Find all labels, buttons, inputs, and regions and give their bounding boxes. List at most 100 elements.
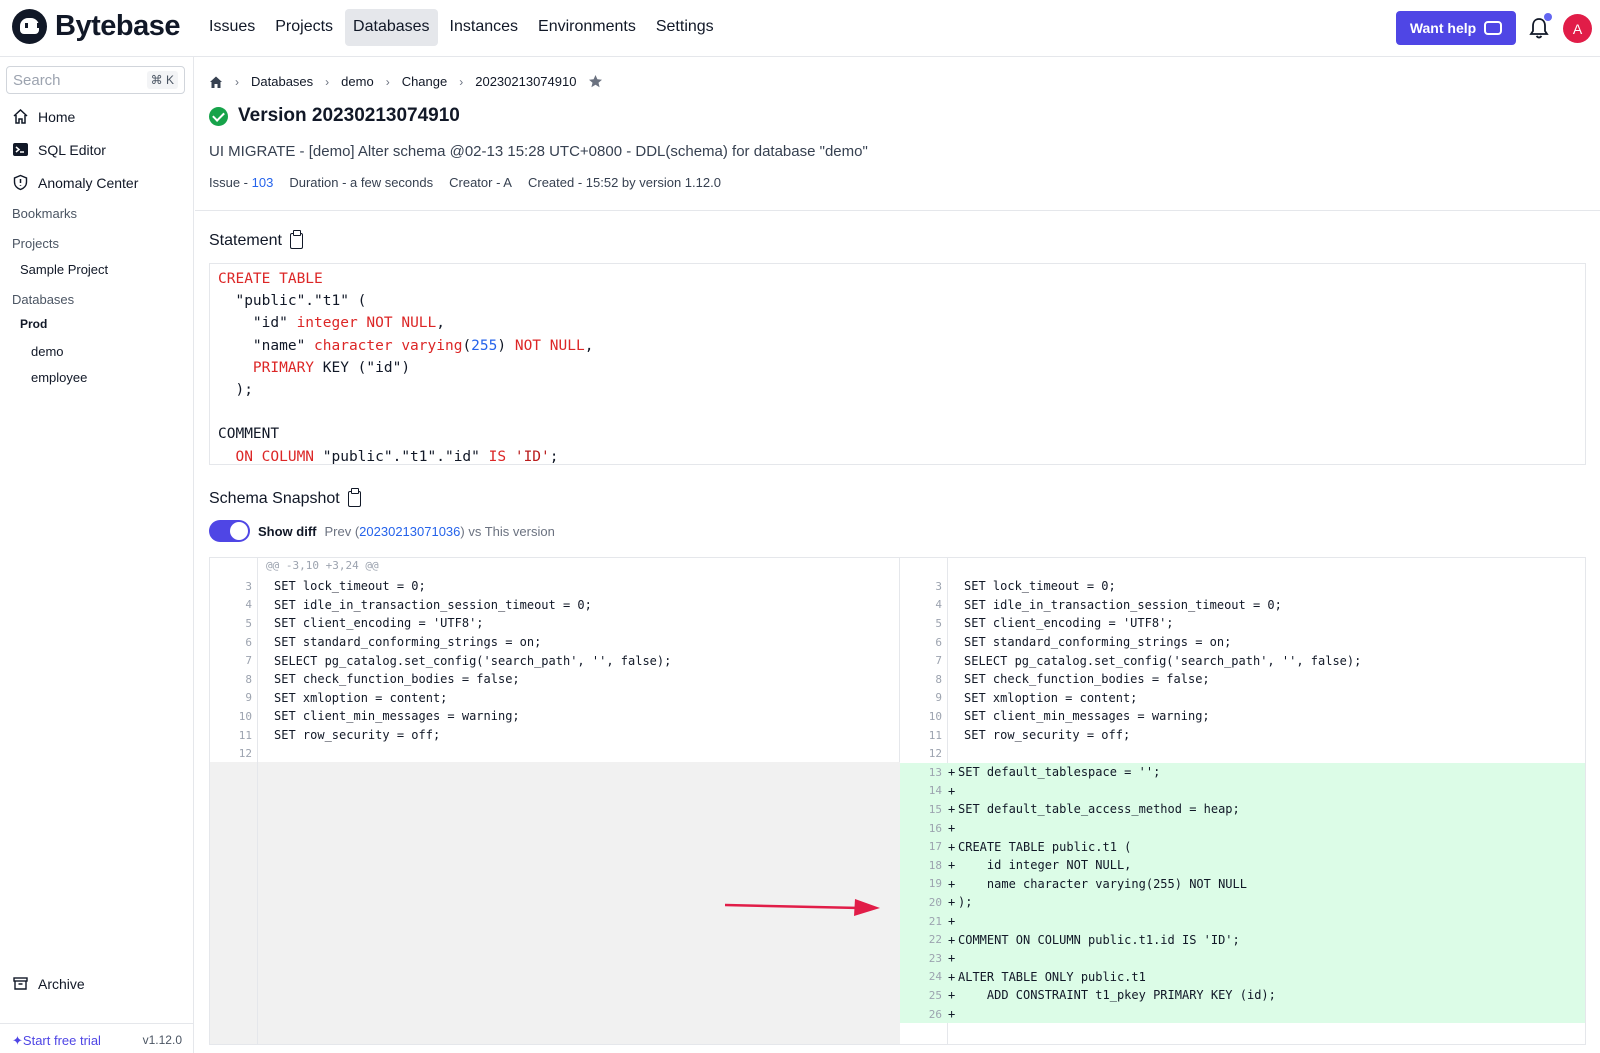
diff-line-added: 13 + SET default_tablespace = '';: [900, 763, 1585, 782]
show-diff-toggle[interactable]: [209, 520, 250, 542]
issue-label: Issue -: [209, 175, 252, 190]
sidebar-item-archive[interactable]: Archive: [12, 975, 85, 992]
diff-line-code: ADD CONSTRAINT t1_pkey PRIMARY KEY (id);: [958, 988, 1276, 1003]
meta-creator: Creator - A: [449, 175, 512, 190]
want-help-label: Want help: [1409, 20, 1477, 36]
search-box[interactable]: ⌘ K: [6, 66, 185, 94]
user-avatar[interactable]: A: [1563, 14, 1592, 43]
code-token: "public"."t1" (: [218, 293, 367, 310]
line-number: 23: [928, 951, 942, 965]
line-number: 15: [928, 802, 942, 816]
search-input[interactable]: [7, 67, 127, 93]
nav-projects[interactable]: Projects: [267, 9, 341, 46]
meta-duration: Duration - a few seconds: [289, 175, 434, 190]
line-number: 3: [935, 579, 942, 593]
sidebar-bookmarks[interactable]: Bookmarks: [12, 206, 77, 221]
line-number: 9: [935, 691, 942, 705]
statement-title: Statement: [209, 232, 282, 249]
change-meta: Issue - 103 Duration - a few seconds Cre…: [209, 175, 721, 190]
diff-plus-sign: +: [948, 783, 956, 798]
diff-line-code: SET row_security = off;: [274, 728, 441, 743]
diff-line-code: id integer NOT NULL,: [958, 858, 1132, 873]
statement-code: CREATE TABLE "public"."t1" ( "id" intege…: [209, 263, 1586, 465]
code-token: "name": [218, 337, 315, 354]
nav-databases[interactable]: Databases: [345, 9, 438, 46]
diff-line: 4 SET idle_in_transaction_session_timeout…: [900, 596, 1585, 615]
diff-line: 7 SELECT pg_catalog.set_config('search_pa…: [900, 651, 1585, 670]
diff-plus-sign: +: [948, 765, 956, 780]
code-token: 255: [471, 337, 498, 354]
show-diff-label: Show diff: [258, 523, 317, 539]
schema-diff-viewer[interactable]: @@ -3,10 +3,24 @@ 3 SET lock_timeout = 0;…: [209, 557, 1586, 1045]
nav-environments[interactable]: Environments: [530, 9, 644, 46]
nav-issues[interactable]: Issues: [201, 9, 263, 46]
main-content: › Databases › demo › Change › 2023021307…: [195, 57, 1600, 1053]
diff-line: 3 SET lock_timeout = 0;: [210, 577, 899, 596]
sidebar-item-db-employee[interactable]: employee: [31, 370, 87, 385]
sidebar-databases-heading: Databases: [12, 292, 75, 307]
line-number: 12: [928, 747, 942, 761]
bytebase-logo[interactable]: Bytebase: [12, 9, 180, 44]
diff-line-code: SET standard_conforming_strings = on;: [274, 635, 542, 650]
want-help-button[interactable]: Want help: [1396, 11, 1516, 45]
diff-line-code: SET client_encoding = 'UTF8';: [274, 616, 484, 631]
diff-line-added: 18 + id integer NOT NULL,: [900, 856, 1585, 875]
diff-line-added: 25 + ADD CONSTRAINT t1_pkey PRIMARY KEY (…: [900, 986, 1585, 1005]
breadcrumb-demo[interactable]: demo: [341, 74, 374, 89]
code-token: ;: [549, 448, 559, 465]
home-icon[interactable]: [209, 75, 223, 89]
diff-line-code: SET standard_conforming_strings = on;: [964, 635, 1232, 650]
sidebar-item-anomaly-center[interactable]: Anomaly Center: [12, 174, 138, 191]
sidebar-item-home[interactable]: Home: [12, 108, 75, 125]
success-check-icon: [209, 106, 228, 126]
diff-line: 12: [900, 744, 1585, 763]
sidebar-item-label: Home: [38, 108, 76, 125]
line-number: 16: [928, 821, 942, 835]
diff-plus-sign: +: [948, 969, 956, 984]
meta-created: Created - 15:52 by version 1.12.0: [527, 175, 721, 190]
main-nav: Issues Projects Databases Instances Envi…: [201, 9, 722, 46]
code-token: ,: [584, 337, 594, 354]
sidebar-item-db-demo[interactable]: demo: [31, 344, 64, 359]
diff-line: 5 SET client_encoding = 'UTF8';: [210, 614, 899, 633]
start-free-trial-link[interactable]: ✦Start free trial: [12, 1033, 101, 1049]
line-number: 11: [238, 728, 252, 742]
line-number: 10: [928, 709, 942, 723]
code-token: COMMENT: [218, 426, 280, 443]
line-number: 26: [928, 1007, 942, 1021]
diff-plus-sign: +: [948, 932, 956, 947]
code-token: KEY ("id"): [314, 359, 411, 376]
sidebar-item-sql-editor[interactable]: SQL Editor: [12, 141, 106, 158]
code-token: (: [462, 337, 472, 354]
sidebar-env-prod[interactable]: Prod: [20, 317, 47, 331]
prev-version-link[interactable]: 20230213071036: [359, 524, 460, 539]
diff-line-added: 21 +: [900, 911, 1585, 931]
line-number: 7: [935, 654, 942, 668]
diff-line: 11 SET row_security = off;: [900, 726, 1585, 745]
line-number: 8: [245, 672, 252, 686]
diff-plus-sign: +: [948, 988, 956, 1003]
clipboard-icon[interactable]: [289, 230, 303, 249]
diff-line-code: SET lock_timeout = 0;: [964, 579, 1116, 594]
line-number: 13: [928, 765, 942, 779]
breadcrumb-databases[interactable]: Databases: [251, 74, 313, 89]
line-number: 4: [935, 598, 942, 612]
code-token: IS: [488, 448, 507, 465]
breadcrumb-change[interactable]: Change: [402, 74, 448, 89]
diff-line: 6 SET standard_conforming_strings = on;: [210, 633, 899, 652]
line-number: 22: [928, 933, 942, 947]
diff-plus-sign: +: [948, 839, 956, 854]
diff-line: 10 SET client_min_messages = warning;: [210, 707, 899, 726]
nav-instances[interactable]: Instances: [442, 9, 526, 46]
top-nav-bar: Bytebase Issues Projects Databases Insta…: [0, 0, 1600, 57]
clipboard-icon[interactable]: [347, 488, 361, 507]
nav-settings[interactable]: Settings: [648, 9, 722, 46]
diff-plus-sign: +: [948, 951, 956, 966]
issue-link[interactable]: 103: [252, 175, 274, 190]
star-icon[interactable]: [588, 74, 603, 89]
diff-line-code: SET check_function_bodies = false;: [274, 672, 520, 687]
sidebar-item-sample-project[interactable]: Sample Project: [20, 262, 108, 277]
breadcrumb-version: 20230213074910: [475, 74, 577, 89]
diff-line-code: SET idle_in_transaction_session_timeout …: [274, 597, 592, 612]
